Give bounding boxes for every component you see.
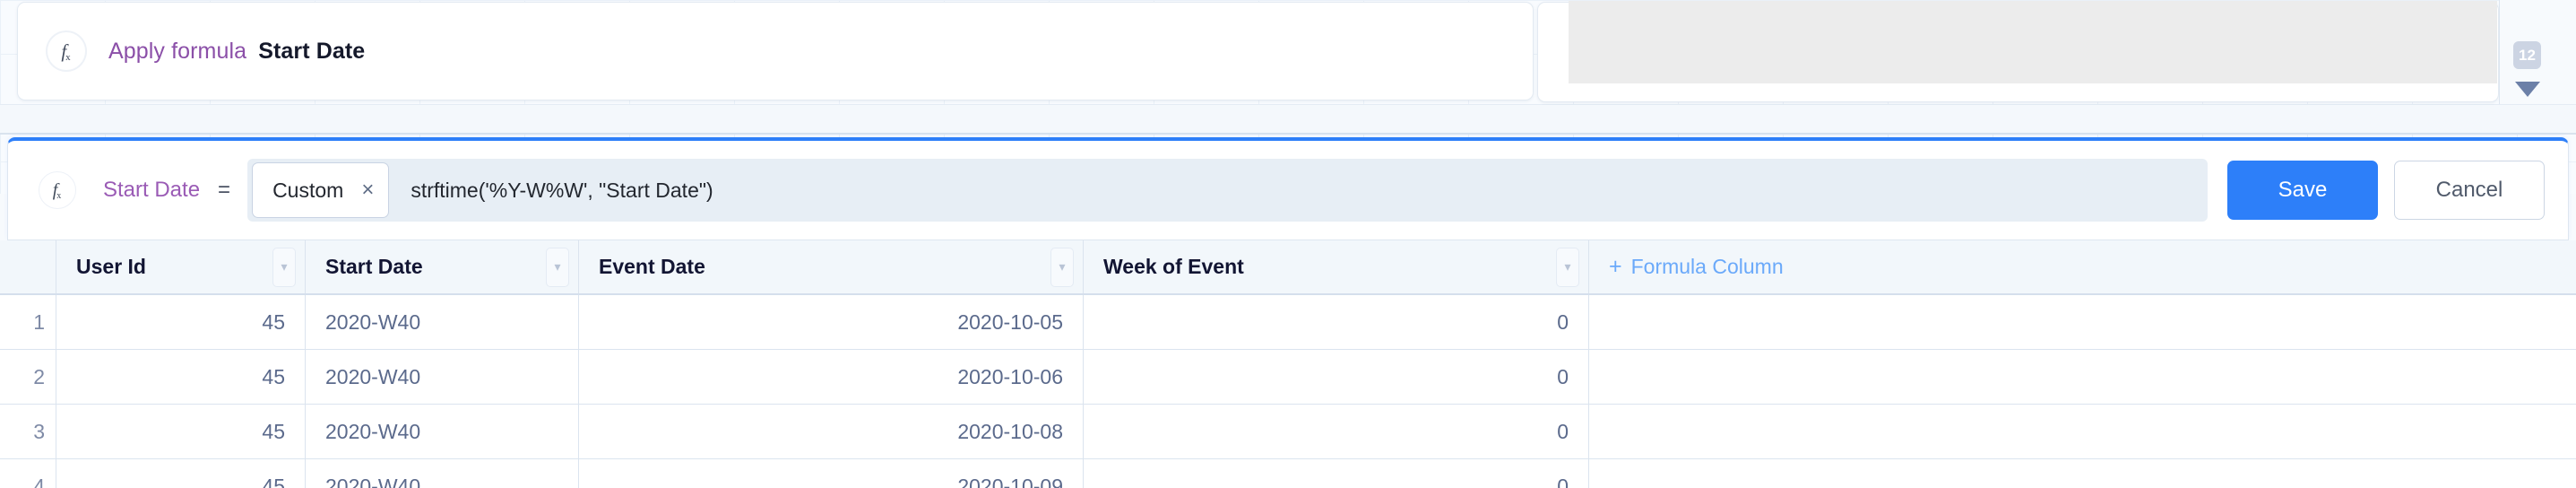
cell-empty[interactable] — [1589, 459, 2576, 488]
row-number: 1 — [0, 295, 56, 349]
fx-icon: fx — [47, 31, 86, 71]
add-formula-column-button[interactable]: + Formula Column — [1589, 240, 2576, 293]
cell-event-date[interactable]: 2020-10-09 — [579, 459, 1084, 488]
cell-user-id[interactable]: 45 — [56, 295, 306, 349]
formula-input[interactable]: Custom × strftime('%Y-W%W', "Start Date"… — [247, 159, 2208, 222]
table-row[interactable]: 3 45 2020-W40 2020-10-08 0 — [0, 405, 2576, 459]
formula-type-chip-label: Custom — [272, 178, 344, 202]
table-header-row: User Id ▾ Start Date ▾ Event Date ▾ Week… — [0, 240, 2576, 295]
table-row[interactable]: 4 45 2020-W40 2020-10-09 0 — [0, 459, 2576, 488]
apply-formula-prefix: Apply formula — [108, 38, 247, 64]
table-row[interactable]: 2 45 2020-W40 2020-10-06 0 — [0, 350, 2576, 405]
cell-start-date[interactable]: 2020-W40 — [306, 295, 579, 349]
formula-editor-bar: fx Start Date = Custom × strftime('%Y-W%… — [7, 137, 2569, 240]
cell-empty[interactable] — [1589, 350, 2576, 404]
column-header-label: User Id — [76, 255, 146, 278]
data-table: User Id ▾ Start Date ▾ Event Date ▾ Week… — [0, 240, 2576, 488]
formula-target-column-label: Start Date — [103, 178, 201, 202]
cell-user-id[interactable]: 45 — [56, 405, 306, 458]
cell-event-date[interactable]: 2020-10-08 — [579, 405, 1084, 458]
row-count-badge: 12 — [2513, 41, 2541, 69]
side-panel-card — [1537, 1, 2499, 102]
apply-formula-column: Start Date — [258, 38, 366, 64]
row-number: 2 — [0, 350, 56, 404]
plus-icon: + — [1609, 254, 1622, 279]
cell-empty[interactable] — [1589, 295, 2576, 349]
close-icon[interactable]: × — [361, 179, 374, 201]
background-grid-strip — [0, 104, 2576, 135]
column-header-label: Start Date — [325, 255, 423, 278]
cell-week-of-event[interactable]: 0 — [1084, 405, 1589, 458]
cell-week-of-event[interactable]: 0 — [1084, 295, 1589, 349]
cell-start-date[interactable]: 2020-W40 — [306, 405, 579, 458]
cell-user-id[interactable]: 45 — [56, 350, 306, 404]
cell-event-date[interactable]: 2020-10-05 — [579, 295, 1084, 349]
formula-expression-text[interactable]: strftime('%Y-W%W', "Start Date") — [411, 179, 713, 203]
column-header-event-date[interactable]: Event Date ▾ — [579, 240, 1084, 293]
chevron-down-icon[interactable]: ▾ — [546, 247, 569, 287]
cell-week-of-event[interactable]: 0 — [1084, 350, 1589, 404]
table-row[interactable]: 1 45 2020-W40 2020-10-05 0 — [0, 295, 2576, 350]
top-card-row: fx Apply formula Start Date — [0, 0, 2576, 104]
column-header-label: Event Date — [599, 255, 705, 278]
side-panel-placeholder — [1569, 1, 2497, 83]
row-number: 3 — [0, 405, 56, 458]
cell-user-id[interactable]: 45 — [56, 459, 306, 488]
cell-start-date[interactable]: 2020-W40 — [306, 459, 579, 488]
cell-event-date[interactable]: 2020-10-06 — [579, 350, 1084, 404]
apply-formula-text: Apply formula Start Date — [108, 39, 365, 65]
column-header-label: Week of Event — [1103, 255, 1244, 278]
chevron-down-icon[interactable]: ▾ — [1556, 247, 1579, 287]
chevron-down-icon[interactable]: ▾ — [272, 247, 296, 287]
formula-type-chip[interactable]: Custom × — [252, 162, 390, 218]
fx-icon: fx — [39, 171, 76, 209]
right-rail: 12 — [2499, 0, 2576, 104]
cell-start-date[interactable]: 2020-W40 — [306, 350, 579, 404]
column-header-start-date[interactable]: Start Date ▾ — [306, 240, 579, 293]
cancel-button[interactable]: Cancel — [2394, 161, 2545, 220]
triangle-down-icon[interactable] — [2515, 82, 2540, 97]
equals-sign: = — [218, 178, 231, 202]
column-header-user-id[interactable]: User Id ▾ — [56, 240, 306, 293]
row-number-header — [0, 240, 56, 293]
cell-empty[interactable] — [1589, 405, 2576, 458]
save-button[interactable]: Save — [2227, 161, 2378, 220]
add-formula-column-label: Formula Column — [1630, 255, 1784, 278]
cell-week-of-event[interactable]: 0 — [1084, 459, 1589, 488]
apply-formula-card[interactable]: fx Apply formula Start Date — [17, 2, 1534, 100]
chevron-down-icon[interactable]: ▾ — [1050, 247, 1074, 287]
column-header-week-of-event[interactable]: Week of Event ▾ — [1084, 240, 1589, 293]
row-number: 4 — [0, 459, 56, 488]
